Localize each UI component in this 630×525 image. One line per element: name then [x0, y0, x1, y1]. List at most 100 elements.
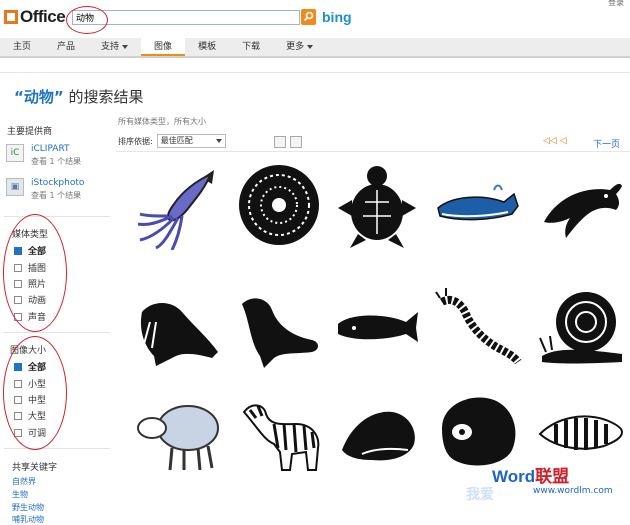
- watermark-url: www.wordlm.com: [533, 486, 613, 496]
- checkbox[interactable]: [14, 279, 22, 288]
- checkbox[interactable]: [14, 428, 22, 437]
- sort-bar: 排序依据: 最佳匹配: [118, 134, 226, 148]
- filter-label: 插图: [28, 264, 47, 274]
- checkbox[interactable]: [14, 263, 22, 272]
- turtle-clipart[interactable]: [332, 160, 422, 250]
- size-filter-large[interactable]: 大型: [14, 409, 46, 422]
- filter-label: 声音: [28, 313, 47, 323]
- nav-item-2[interactable]: 支持: [88, 38, 141, 56]
- sidebar-separator: [4, 448, 110, 449]
- iclipart-icon: iC: [6, 144, 24, 162]
- media-filter-illustration[interactable]: 插图: [14, 261, 46, 274]
- nav-label: 主页: [13, 42, 32, 52]
- bing-logo: bing: [322, 9, 352, 25]
- centipede-clipart-image: [435, 288, 522, 365]
- nav-label: 模板: [198, 42, 217, 52]
- filter-summary: 所有媒体类型，所有大小: [118, 117, 206, 126]
- cone-shell-clipart[interactable]: [536, 384, 626, 474]
- title-suffix: 的搜索结果: [63, 88, 144, 106]
- sidebar: 主要提供商 iC iCLIPART 查看 1 个结果 ▣ iStockphoto…: [0, 118, 112, 524]
- nav-item-6[interactable]: 更多: [273, 38, 326, 56]
- squid-clipart[interactable]: [132, 160, 222, 250]
- snail-clipart[interactable]: [536, 282, 626, 372]
- sort-select[interactable]: 最佳匹配: [156, 134, 226, 148]
- provider-name[interactable]: iStockphoto: [31, 178, 84, 188]
- checkbox[interactable]: [14, 312, 22, 321]
- nav-item-0[interactable]: 主页: [0, 38, 44, 56]
- dolphin-clipart-image: [544, 183, 622, 238]
- watermark: 我爱 Word联盟 www.wordlm.com: [466, 462, 613, 503]
- sheep-clipart[interactable]: [132, 384, 222, 474]
- keyword-link[interactable]: 生物: [12, 489, 28, 500]
- size-filter-small[interactable]: 小型: [14, 377, 46, 390]
- sperm-whale-clipart[interactable]: [332, 282, 422, 372]
- search-icon: [303, 11, 314, 22]
- nav-item-4[interactable]: 模板: [185, 38, 229, 56]
- ammonite-shell-clipart-image: [239, 165, 319, 245]
- dolphin-clipart[interactable]: [536, 160, 626, 250]
- media-filter-photo[interactable]: 照片: [14, 277, 46, 290]
- nav-label: 支持: [101, 42, 120, 52]
- media-type-title: 媒体类型: [12, 230, 49, 240]
- checkbox[interactable]: [14, 246, 22, 255]
- main-nav: 主页 产品 支持 图像 模板 下载 更多: [0, 38, 630, 58]
- zebra-clipart-image: [242, 404, 320, 471]
- checkbox[interactable]: [14, 362, 22, 371]
- size-filter-medium[interactable]: 中型: [14, 393, 46, 406]
- chevron-down-icon: [215, 139, 222, 143]
- checkbox[interactable]: [14, 379, 22, 388]
- small-thumbnail-view-icon[interactable]: [274, 136, 286, 148]
- large-thumbnail-view-icon[interactable]: [290, 136, 302, 148]
- search-button[interactable]: [301, 9, 316, 25]
- watermark-brand-en: Word: [492, 467, 536, 486]
- zebra-clipart[interactable]: [234, 384, 324, 474]
- office-logo[interactable]: Office: [4, 7, 66, 27]
- checkbox[interactable]: [14, 295, 22, 304]
- keyword-link[interactable]: 野生动物: [12, 502, 44, 513]
- chevron-down-icon: [122, 44, 129, 49]
- sign-in-link[interactable]: 登录: [608, 0, 624, 8]
- nav-item-1[interactable]: 产品: [44, 38, 88, 56]
- next-page-link[interactable]: 下一页: [593, 137, 620, 150]
- walrus-clipart[interactable]: [132, 282, 222, 372]
- pager-prev-icon[interactable]: ◁◁ ◁: [543, 136, 567, 146]
- size-filter-scalable[interactable]: 可调: [14, 426, 46, 439]
- provider-count[interactable]: 查看 1 个结果: [31, 190, 84, 201]
- provider-istockphoto[interactable]: ▣ iStockphoto 查看 1 个结果: [6, 178, 84, 201]
- nav-item-3[interactable]: 图像: [141, 38, 186, 56]
- provider-name[interactable]: iCLIPART: [31, 144, 81, 154]
- filter-label: 小型: [28, 380, 47, 390]
- checkbox[interactable]: [14, 411, 22, 420]
- abalone-shell-clipart-image: [442, 397, 516, 466]
- chevron-down-icon: [307, 44, 314, 49]
- checkbox[interactable]: [14, 395, 22, 404]
- sheep-clipart-image: [137, 405, 219, 471]
- search-input[interactable]: [72, 10, 300, 25]
- whale-clipart[interactable]: [432, 160, 522, 250]
- nav-item-5[interactable]: 下载: [229, 38, 273, 56]
- media-filter-all[interactable]: 全部: [14, 244, 46, 257]
- filter-label: 全部: [28, 363, 47, 373]
- provider-count[interactable]: 查看 1 个结果: [31, 156, 81, 167]
- sperm-whale-clipart-image: [338, 312, 418, 342]
- size-filter-all[interactable]: 全部: [14, 360, 46, 373]
- nav-label: 下载: [242, 42, 261, 52]
- media-filter-animation[interactable]: 动画: [14, 293, 46, 306]
- sidebar-separator: [4, 216, 110, 217]
- providers-title: 主要提供商: [7, 127, 53, 137]
- sea-lion-clipart[interactable]: [234, 282, 324, 372]
- filter-label: 大型: [28, 412, 47, 422]
- media-filter-sound[interactable]: 声音: [14, 310, 46, 323]
- provider-iclipart[interactable]: iC iCLIPART 查看 1 个结果: [6, 144, 81, 167]
- keyword-link[interactable]: 自然界: [12, 476, 36, 487]
- watermark-brand-cn: 联盟: [535, 467, 570, 486]
- abalone-shell-clipart[interactable]: [432, 384, 522, 474]
- centipede-clipart[interactable]: [432, 282, 522, 372]
- image-size-title: 图像大小: [10, 346, 47, 356]
- shared-keywords-title: 共享关键字: [12, 463, 58, 473]
- conch-shell-clipart[interactable]: [332, 384, 422, 474]
- office-logo-icon: [4, 10, 18, 24]
- nav-label: 更多: [286, 42, 305, 52]
- ammonite-shell-clipart[interactable]: [234, 160, 324, 250]
- keyword-link[interactable]: 哺乳动物: [12, 514, 44, 525]
